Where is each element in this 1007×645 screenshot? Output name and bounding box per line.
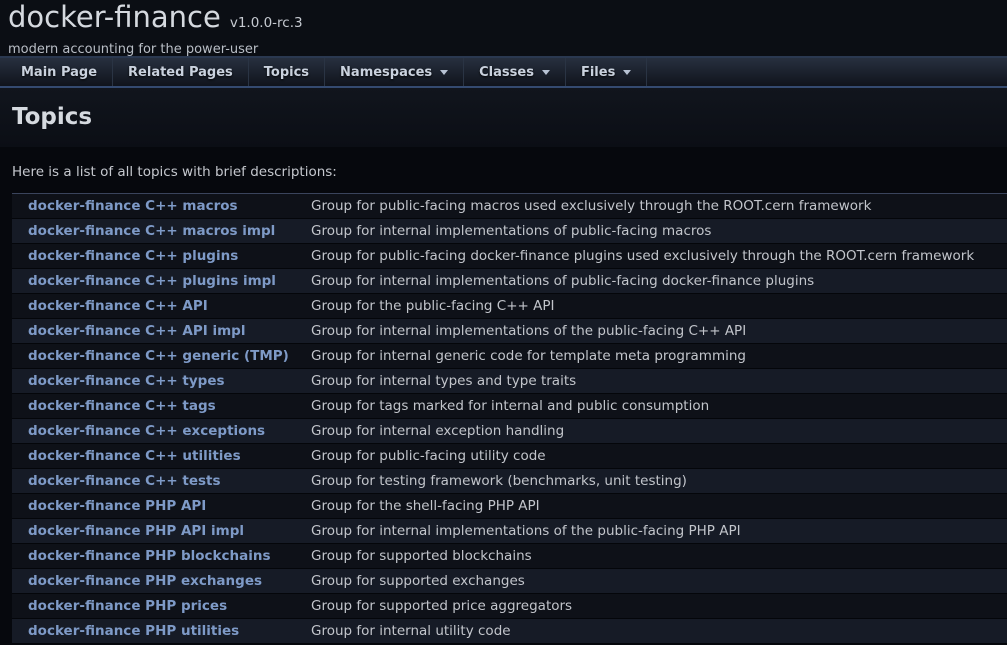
topic-entry-cell: docker-finance PHP exchanges (12, 569, 303, 594)
topic-link[interactable]: docker-finance C++ exceptions (28, 423, 265, 439)
table-row: docker-finance C++ API Group for the pub… (12, 294, 1007, 319)
chevron-down-icon (623, 70, 631, 75)
table-row: docker-finance PHP API impl Group for in… (12, 519, 1007, 544)
topic-description: Group for public-facing docker-finance p… (303, 244, 1007, 269)
title-area: docker-financev1.0.0-rc.3 modern account… (0, 0, 1007, 56)
topic-entry-cell: docker-finance C++ plugins impl (12, 269, 303, 294)
topic-link[interactable]: docker-finance PHP API (28, 498, 206, 514)
topic-description: Group for internal implementations of th… (303, 519, 1007, 544)
project-version: v1.0.0-rc.3 (230, 15, 303, 31)
nav-tab-files[interactable]: Files (566, 58, 647, 86)
topic-entry-cell: docker-finance C++ exceptions (12, 419, 303, 444)
table-row: docker-finance C++ types Group for inter… (12, 369, 1007, 394)
topic-link[interactable]: docker-finance PHP utilities (28, 623, 239, 639)
topic-entry-cell: docker-finance C++ plugins (12, 244, 303, 269)
nav-tab-namespaces[interactable]: Namespaces (325, 58, 464, 86)
table-row: docker-finance C++ generic (TMP) Group f… (12, 344, 1007, 369)
topic-description: Group for internal implementations of pu… (303, 269, 1007, 294)
topic-link[interactable]: docker-finance C++ tests (28, 473, 221, 489)
project-name: docker-finance (8, 0, 221, 34)
chevron-down-icon (440, 70, 448, 75)
topic-link[interactable]: docker-finance C++ API (28, 298, 208, 314)
nav-tab-label: Classes (479, 65, 534, 80)
nav-tab-label: Main Page (21, 65, 97, 80)
page-title: Topics (12, 104, 995, 130)
nav-tab-label: Namespaces (340, 65, 432, 80)
topic-entry-cell: docker-finance C++ types (12, 369, 303, 394)
topic-link[interactable]: docker-finance PHP API impl (28, 523, 244, 539)
topic-entry-cell: docker-finance C++ generic (TMP) (12, 344, 303, 369)
topic-entry-cell: docker-finance PHP API impl (12, 519, 303, 544)
nav-tab-label: Topics (264, 65, 309, 80)
nav-tab-main-page[interactable]: Main Page (6, 58, 113, 86)
contents: Here is a list of all topics with brief … (0, 164, 1007, 644)
table-row: docker-finance C++ API impl Group for in… (12, 319, 1007, 344)
topic-description: Group for testing framework (benchmarks,… (303, 469, 1007, 494)
topic-description: Group for internal generic code for temp… (303, 344, 1007, 369)
topic-entry-cell: docker-finance PHP API (12, 494, 303, 519)
topic-description: Group for supported blockchains (303, 544, 1007, 569)
topic-description: Group for supported price aggregators (303, 594, 1007, 619)
table-row: docker-finance C++ tests Group for testi… (12, 469, 1007, 494)
page-header: Topics (0, 88, 1007, 147)
topic-entry-cell: docker-finance C++ utilities (12, 444, 303, 469)
table-row: docker-finance PHP API Group for the she… (12, 494, 1007, 519)
topic-link[interactable]: docker-finance C++ macros impl (28, 223, 275, 239)
topic-entry-cell: docker-finance PHP blockchains (12, 544, 303, 569)
topic-entry-cell: docker-finance C++ macros impl (12, 219, 303, 244)
topic-entry-cell: docker-finance C++ API impl (12, 319, 303, 344)
nav-tab-related-pages[interactable]: Related Pages (113, 58, 249, 86)
topic-entry-cell: docker-finance PHP utilities (12, 619, 303, 644)
topic-description: Group for internal types and type traits (303, 369, 1007, 394)
nav-tab-classes[interactable]: Classes (464, 58, 566, 86)
topic-link[interactable]: docker-finance C++ utilities (28, 448, 241, 464)
topics-table: docker-finance C++ macros Group for publ… (12, 193, 1007, 644)
main-nav: Main Page Related Pages Topics Namespace… (0, 56, 1007, 88)
table-row: docker-finance PHP prices Group for supp… (12, 594, 1007, 619)
nav-tab-topics[interactable]: Topics (249, 58, 325, 86)
chevron-down-icon (542, 70, 550, 75)
topic-link[interactable]: docker-finance PHP blockchains (28, 548, 271, 564)
topic-description: Group for the public-facing C++ API (303, 294, 1007, 319)
topic-link[interactable]: docker-finance PHP prices (28, 598, 227, 614)
topic-entry-cell: docker-finance C++ macros (12, 194, 303, 219)
topic-description: Group for public-facing macros used excl… (303, 194, 1007, 219)
topic-link[interactable]: docker-finance C++ plugins impl (28, 273, 276, 289)
topic-description: Group for internal exception handling (303, 419, 1007, 444)
topic-description: Group for the shell-facing PHP API (303, 494, 1007, 519)
table-row: docker-finance C++ plugins impl Group fo… (12, 269, 1007, 294)
table-row: docker-finance C++ utilities Group for p… (12, 444, 1007, 469)
topic-link[interactable]: docker-finance PHP exchanges (28, 573, 262, 589)
topic-description: Group for tags marked for internal and p… (303, 394, 1007, 419)
topic-entry-cell: docker-finance C++ API (12, 294, 303, 319)
topic-link[interactable]: docker-finance C++ plugins (28, 248, 238, 264)
topic-description: Group for internal implementations of pu… (303, 219, 1007, 244)
table-row: docker-finance C++ macros Group for publ… (12, 194, 1007, 219)
nav-tab-label: Files (581, 65, 615, 80)
table-row: docker-finance PHP exchanges Group for s… (12, 569, 1007, 594)
topic-link[interactable]: docker-finance C++ macros (28, 198, 238, 214)
topic-description: Group for supported exchanges (303, 569, 1007, 594)
table-row: docker-finance PHP blockchains Group for… (12, 544, 1007, 569)
nav-tab-label: Related Pages (128, 65, 233, 80)
topic-entry-cell: docker-finance C++ tags (12, 394, 303, 419)
topic-entry-cell: docker-finance PHP prices (12, 594, 303, 619)
topic-entry-cell: docker-finance C++ tests (12, 469, 303, 494)
topic-link[interactable]: docker-finance C++ generic (TMP) (28, 348, 289, 364)
topic-link[interactable]: docker-finance C++ tags (28, 398, 216, 414)
table-row: docker-finance C++ plugins Group for pub… (12, 244, 1007, 269)
table-row: docker-finance C++ exceptions Group for … (12, 419, 1007, 444)
table-row: docker-finance C++ tags Group for tags m… (12, 394, 1007, 419)
topics-intro-text: Here is a list of all topics with brief … (12, 164, 995, 180)
table-row: docker-finance C++ macros impl Group for… (12, 219, 1007, 244)
topic-description: Group for public-facing utility code (303, 444, 1007, 469)
topic-link[interactable]: docker-finance C++ types (28, 373, 225, 389)
topic-description: Group for internal implementations of th… (303, 319, 1007, 344)
table-row: docker-finance PHP utilities Group for i… (12, 619, 1007, 644)
topic-link[interactable]: docker-finance C++ API impl (28, 323, 245, 339)
topic-description: Group for internal utility code (303, 619, 1007, 644)
